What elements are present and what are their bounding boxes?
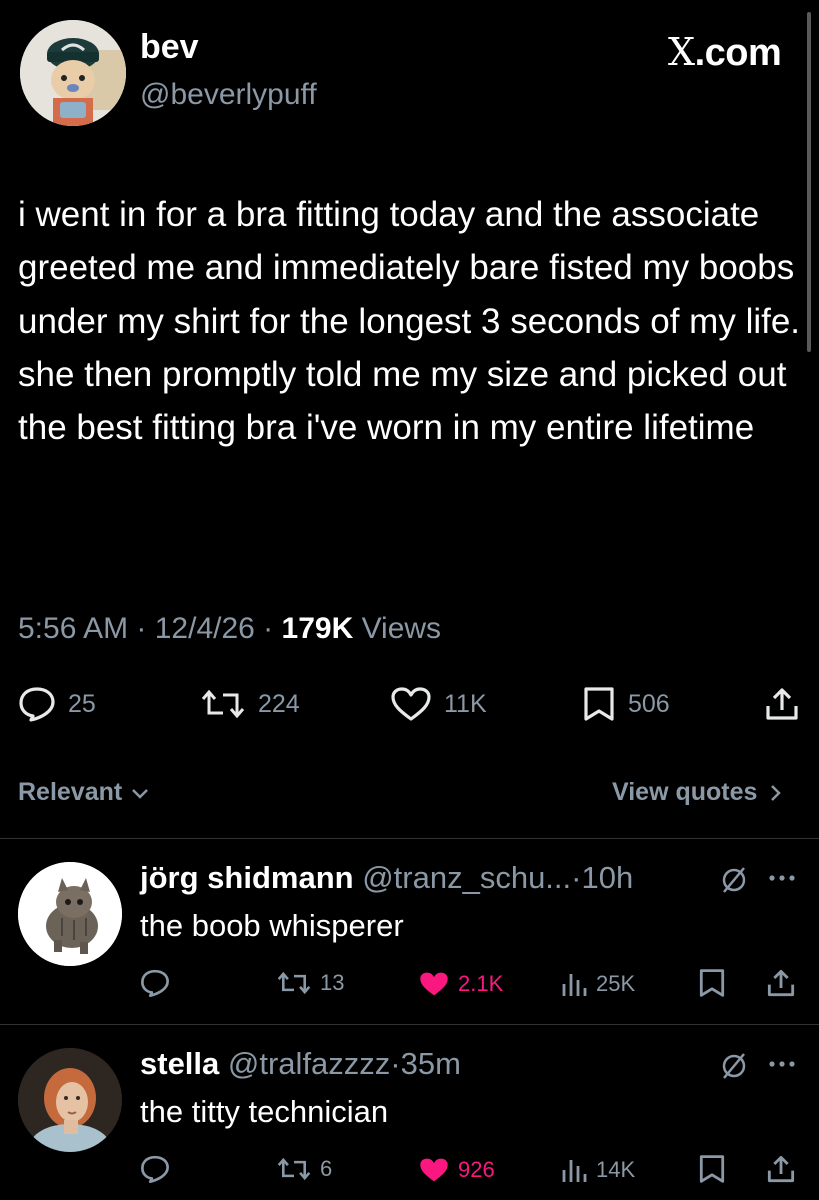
reply-reply-button[interactable]	[140, 968, 170, 998]
author-avatar[interactable]	[20, 20, 126, 126]
bookmark-icon	[699, 969, 725, 997]
view-quotes-label: View quotes	[612, 778, 758, 806]
share-icon	[766, 688, 798, 720]
reply-bookmark-button[interactable]	[698, 968, 726, 998]
bookmark-icon	[699, 1155, 725, 1183]
reply-like-count: 2.1K	[458, 971, 504, 996]
reply-like-count: 926	[458, 1157, 495, 1182]
bookmark-icon	[584, 687, 614, 721]
divider	[0, 838, 819, 839]
repost-count: 224	[258, 689, 300, 718]
tweet-text: i went in for a bra fitting today and th…	[18, 195, 801, 448]
grok-icon[interactable]	[718, 864, 750, 901]
grok-icon[interactable]	[718, 1050, 750, 1087]
reply-like-button[interactable]: 926	[418, 1156, 495, 1184]
chevron-down-icon	[132, 788, 149, 799]
tweet-meta: 5:56 AM · 12/4/26 · 179K Views	[18, 612, 442, 645]
reply-icon	[141, 1155, 169, 1183]
repost-icon	[277, 1157, 311, 1181]
x-logo-mark: X	[668, 30, 695, 74]
reply-author-name[interactable]: jörg shidmann	[140, 860, 354, 895]
reply-repost-count: 6	[320, 1156, 333, 1181]
heart-icon	[391, 687, 431, 721]
reply-reply-button[interactable]	[140, 1154, 170, 1184]
reply-button[interactable]: 25	[18, 686, 96, 722]
reply-icon	[141, 969, 169, 997]
author-handle[interactable]: @beverlypuff	[140, 78, 317, 112]
reply-author-name[interactable]: stella	[140, 1046, 219, 1081]
more-options-icon[interactable]	[766, 1052, 800, 1081]
reply-text: the titty technician	[140, 1094, 389, 1129]
repost-icon	[277, 971, 311, 995]
like-button[interactable]: 11K	[390, 686, 487, 722]
reply-text: the boob whisperer	[140, 908, 404, 943]
reply-share-button[interactable]	[766, 968, 796, 998]
reply-views-button[interactable]: 14K	[560, 1156, 635, 1184]
reply-time: 10h	[581, 860, 634, 895]
sort-label: Relevant	[18, 778, 123, 806]
bookmark-button[interactable]: 506	[582, 686, 670, 722]
repost-icon	[201, 689, 245, 719]
share-icon	[767, 969, 795, 997]
view-quotes-link[interactable]: View quotes	[612, 778, 787, 807]
reply-repost-button[interactable]: 13	[276, 970, 344, 996]
reply-bookmark-button[interactable]	[698, 1154, 726, 1184]
sort-dropdown[interactable]: Relevant	[18, 778, 152, 807]
reply-views-count: 14K	[596, 1157, 636, 1182]
like-count: 11K	[444, 689, 487, 718]
chevron-right-icon	[771, 784, 782, 801]
heart-filled-icon	[420, 972, 448, 996]
reply-like-button[interactable]: 2.1K	[418, 970, 503, 998]
tweet-date: 12/4/26	[154, 612, 255, 645]
reply-icon	[19, 687, 55, 722]
views-chart-icon	[562, 974, 587, 996]
more-options-icon[interactable]	[766, 866, 800, 895]
share-button[interactable]	[764, 686, 800, 722]
heart-filled-icon	[420, 1158, 448, 1182]
reply-count: 25	[68, 689, 96, 718]
reply-header: jörg shidmann @tranz_schu...·10h	[140, 860, 634, 895]
views-chart-icon	[562, 1160, 587, 1182]
repost-button[interactable]: 224	[200, 686, 300, 722]
reply-avatar[interactable]	[18, 1048, 122, 1152]
reply-author-handle[interactable]: @tralfazzzz	[228, 1046, 390, 1081]
views-count: 179K	[281, 612, 354, 645]
reply-repost-count: 13	[320, 970, 345, 995]
reply-views-count: 25K	[596, 971, 636, 996]
author-name[interactable]: bev	[140, 28, 199, 67]
reply-avatar[interactable]	[18, 862, 122, 966]
divider	[0, 1024, 819, 1025]
reply-repost-button[interactable]: 6	[276, 1156, 332, 1182]
bookmark-count: 506	[628, 689, 670, 718]
views-label: Views	[361, 612, 442, 645]
reply-share-button[interactable]	[766, 1154, 796, 1184]
reply-views-button[interactable]: 25K	[560, 970, 635, 998]
reply-time: 35m	[400, 1046, 461, 1081]
x-logo: X.com	[668, 30, 782, 75]
reply-author-handle[interactable]: @tranz_schu...	[362, 860, 571, 895]
tweet-time: 5:56 AM	[18, 612, 129, 645]
reply-header: stella @tralfazzzz·35m	[140, 1046, 461, 1081]
share-icon	[767, 1155, 795, 1183]
source-label: .com	[694, 32, 782, 74]
